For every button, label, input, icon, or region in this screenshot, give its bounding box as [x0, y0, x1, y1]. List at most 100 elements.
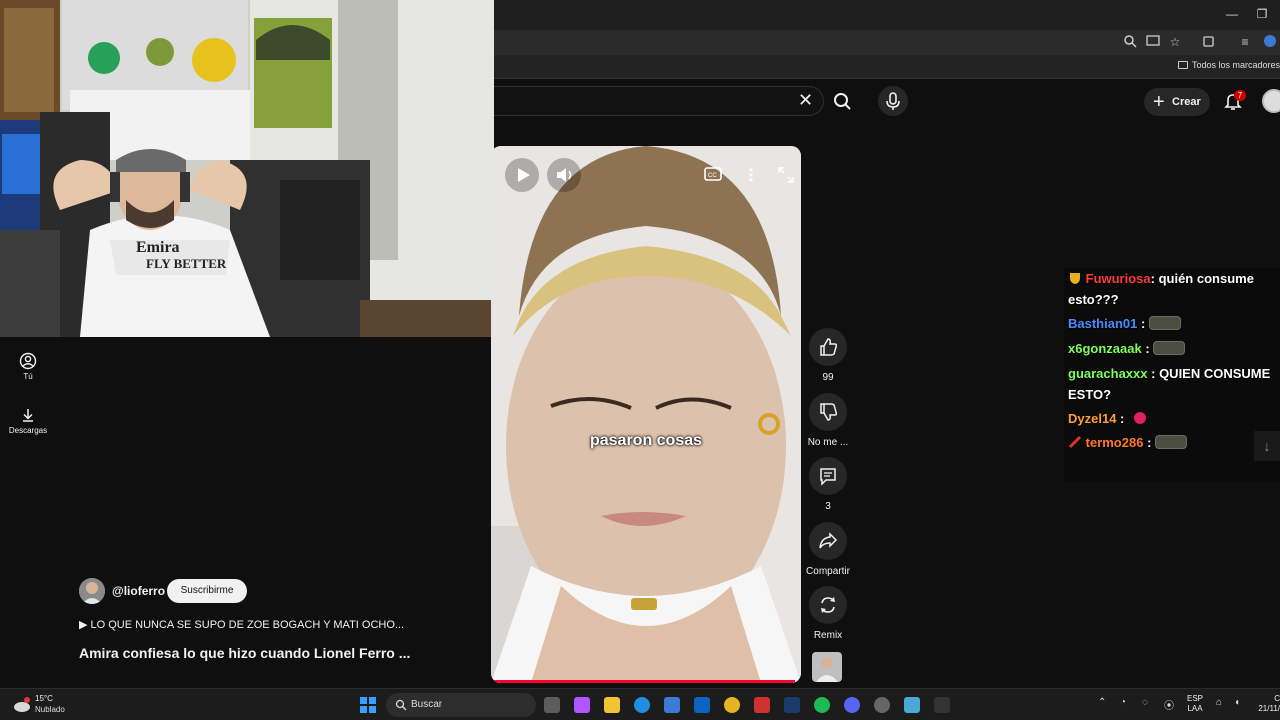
microphone-icon[interactable]: ⦿: [1164, 697, 1174, 712]
chat-message: Dyzel14 :: [1068, 408, 1280, 429]
chat-message: termo286 :: [1068, 432, 1280, 453]
notification-badge: 7: [1234, 90, 1246, 101]
chat-text: :: [1147, 435, 1152, 450]
playlist-link[interactable]: ▶ LO QUE NUNCA SE SUPO DE ZOE BOGACH Y M…: [79, 618, 404, 631]
sidebar-item-label: Descargas: [8, 426, 48, 435]
weather-temperature: 15°C: [35, 694, 53, 703]
media-control-icon[interactable]: ≡: [1237, 34, 1253, 50]
share-label: Compartir: [806, 566, 850, 577]
svg-text:Emira: Emira: [136, 239, 180, 256]
video-progress-fill: [491, 680, 795, 683]
chat-message: Basthian01 :: [1068, 313, 1280, 334]
tray-app-icon[interactable]: ◌: [1142, 697, 1148, 708]
play-icon: [518, 168, 530, 182]
dislike-icon: [820, 403, 838, 421]
video-progress-bar[interactable]: [491, 680, 801, 683]
fullscreen-button[interactable]: [777, 166, 795, 184]
plus-icon: +: [1153, 91, 1165, 113]
clear-search-icon[interactable]: ✕: [798, 91, 813, 109]
sidebar-item-label: Tú: [23, 372, 33, 381]
steam-icon[interactable]: [784, 697, 800, 713]
store-icon[interactable]: [664, 697, 680, 713]
sidebar-item-you[interactable]: Tú: [0, 352, 56, 381]
taskbar-search[interactable]: Buscar: [386, 693, 536, 717]
emote-icon: [1155, 435, 1188, 449]
extensions-icon[interactable]: [1201, 34, 1217, 50]
more-vert-icon: [749, 168, 753, 182]
spotify-icon[interactable]: [814, 697, 830, 713]
more-options-button[interactable]: [745, 166, 757, 184]
chat-username: Dyzel14: [1068, 411, 1117, 426]
stream-chat-overlay: Fuwuriosa: quién consume esto??? Basthia…: [1064, 268, 1280, 482]
captions-icon: CC: [704, 167, 722, 181]
bookmarks-folder[interactable]: Todos los marcadores: [1177, 60, 1280, 70]
weather-condition: Nublado: [35, 705, 65, 714]
profile-icon[interactable]: [1262, 34, 1278, 50]
subscribe-button[interactable]: Suscribirme: [167, 579, 247, 603]
streaming-app-icon[interactable]: [754, 697, 770, 713]
bookmarks-bar: Todos los marcadores: [494, 55, 1280, 79]
like-button[interactable]: 99: [806, 328, 850, 383]
volume-icon[interactable]: ◖: [1234, 697, 1240, 708]
search-input[interactable]: [494, 86, 824, 116]
minimize-button[interactable]: —: [1220, 4, 1244, 24]
video-frame-image: [491, 146, 801, 683]
channel-avatar[interactable]: [79, 578, 105, 604]
file-explorer-icon[interactable]: [604, 697, 620, 713]
weather-widget[interactable]: [12, 695, 32, 713]
browser-toolbar: ☆ ≡: [494, 30, 1280, 55]
scroll-down-button[interactable]: ↓: [1254, 431, 1280, 461]
app-icon[interactable]: [904, 697, 920, 713]
chrome-icon[interactable]: [724, 697, 740, 713]
chat-message: guarachaxxx : QUIEN CONSUME ESTO?: [1068, 363, 1280, 405]
account-avatar[interactable]: [1262, 89, 1280, 113]
account-circle-icon: [19, 352, 37, 370]
task-view-icon[interactable]: [544, 697, 560, 713]
system-clock[interactable]: C 21/11/: [1254, 694, 1280, 714]
chat-text: :: [1141, 316, 1146, 331]
dislike-button[interactable]: No me ...: [806, 393, 850, 448]
outlook-icon[interactable]: [694, 697, 710, 713]
comments-button[interactable]: 3: [806, 457, 850, 512]
webcam-scene-image: Emira FLY BETTER: [0, 0, 494, 337]
cast-icon[interactable]: [1145, 34, 1161, 50]
like-count: 99: [822, 372, 834, 383]
tray-app-icon[interactable]: ◔: [1120, 697, 1126, 708]
restore-button[interactable]: ❐: [1250, 4, 1274, 24]
video-subtitle: pasaron cosas: [589, 432, 703, 449]
sound-thumbnail[interactable]: [812, 652, 842, 682]
emote-icon: [1153, 341, 1186, 355]
chat-username: termo286: [1085, 435, 1144, 450]
chat-username: guarachaxxx: [1068, 366, 1148, 381]
discord-icon[interactable]: [844, 697, 860, 713]
obs-icon[interactable]: [874, 697, 890, 713]
sidebar-item-downloads[interactable]: Descargas: [0, 406, 56, 435]
comment-count: 3: [825, 501, 831, 512]
zoom-icon[interactable]: [1122, 34, 1138, 50]
emote-icon: [1148, 316, 1181, 330]
captions-button[interactable]: CC: [703, 166, 723, 182]
create-button[interactable]: + Crear: [1144, 88, 1210, 116]
chat-message: Fuwuriosa: quién consume esto???: [1068, 268, 1280, 310]
heart-emote-icon: [1134, 412, 1147, 424]
short-video-player[interactable]: CC pasaron cosas: [491, 146, 801, 683]
edge-icon[interactable]: [634, 697, 650, 713]
remix-button[interactable]: Remix: [806, 586, 850, 641]
network-icon[interactable]: ⌂: [1216, 697, 1222, 708]
comment-icon: [820, 468, 836, 486]
mute-button[interactable]: [547, 158, 581, 192]
app-icon[interactable]: [934, 697, 950, 713]
input-language[interactable]: ESP LAA: [1187, 694, 1203, 714]
voice-search-button[interactable]: [878, 86, 908, 116]
copilot-icon[interactable]: [574, 697, 590, 713]
tray-overflow-icon[interactable]: ⌃: [1098, 697, 1106, 708]
search-button[interactable]: [824, 86, 862, 116]
channel-handle[interactable]: @lioferro: [112, 584, 165, 598]
chat-username: x6gonzaaak: [1068, 341, 1142, 356]
remix-icon: [821, 597, 835, 613]
start-button[interactable]: [360, 697, 376, 713]
share-button[interactable]: Compartir: [806, 522, 850, 577]
play-button[interactable]: [505, 158, 539, 192]
share-icon: [819, 532, 838, 549]
star-icon[interactable]: ☆: [1167, 34, 1183, 50]
